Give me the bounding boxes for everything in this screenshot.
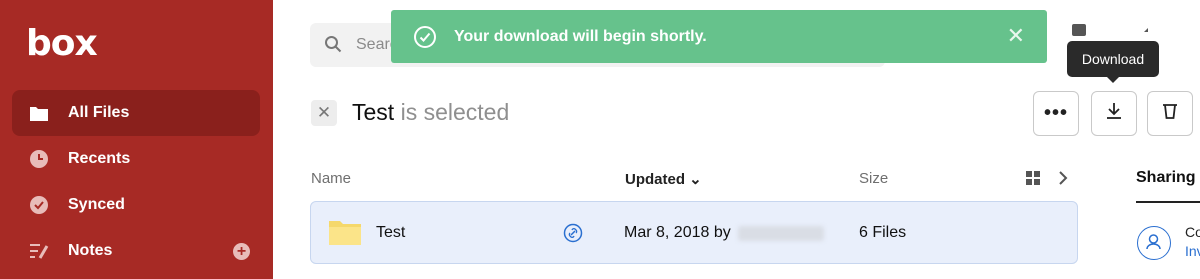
tooltip-arrow: [1106, 76, 1120, 83]
sidebar-item-recents[interactable]: Recents: [12, 136, 260, 182]
download-toast: Your download will begin shortly. ✕: [391, 10, 1047, 63]
row-size: 6 Files: [859, 224, 907, 241]
column-name-header[interactable]: Name: [311, 170, 351, 187]
download-button[interactable]: [1091, 91, 1137, 136]
sidebar-item-notes[interactable]: Notes +: [12, 228, 260, 274]
add-note-button[interactable]: +: [233, 242, 250, 260]
row-updated-by-blurred: [738, 226, 824, 241]
column-size-header[interactable]: Size: [859, 170, 888, 187]
trash-button[interactable]: [1147, 91, 1193, 136]
sidebar-item-label: Recents: [68, 150, 131, 167]
box-logo[interactable]: box: [26, 24, 98, 64]
chevron-right-icon[interactable]: [1058, 170, 1068, 191]
collaborators-label: Collaborators: [1185, 224, 1200, 240]
sidebar-item-label: All Files: [68, 104, 130, 121]
clock-icon: [28, 148, 50, 170]
download-tooltip: Download: [1067, 41, 1159, 77]
right-panel-clip: Collaborators Invite People: [1180, 220, 1200, 265]
invite-people-link[interactable]: Invite People: [1185, 243, 1200, 259]
user-avatar-icon: [1137, 226, 1171, 260]
deselect-button[interactable]: ✕: [311, 100, 337, 126]
search-icon: [324, 35, 342, 58]
shared-link-icon[interactable]: [563, 223, 583, 248]
selected-item-name: Test: [352, 99, 395, 125]
sidebar: box All Files Recents Synced Notes +: [0, 0, 273, 279]
tab-underline: [1136, 201, 1200, 203]
sort-chevron-icon: ⌄: [689, 171, 702, 188]
sidebar-item-synced[interactable]: Synced: [12, 182, 260, 228]
selection-suffix: is selected: [394, 99, 510, 125]
column-updated-header[interactable]: Updated ⌄: [625, 170, 702, 188]
toast-message: Your download will begin shortly.: [454, 28, 707, 45]
notes-icon: [28, 240, 50, 262]
check-circle-icon: [28, 194, 50, 216]
sidebar-item-label: Synced: [68, 196, 125, 213]
table-row[interactable]: Test Mar 8, 2018 by 6 Files: [310, 201, 1078, 264]
folder-icon: [28, 102, 50, 124]
grid-view-icon[interactable]: [1026, 171, 1040, 190]
column-updated-label: Updated: [625, 171, 685, 188]
sidebar-item-label: Notes: [68, 242, 113, 259]
more-options-button[interactable]: •••: [1033, 91, 1079, 136]
download-icon: [1104, 101, 1124, 126]
folder-icon: [328, 218, 362, 251]
row-name[interactable]: Test: [376, 224, 405, 242]
check-circle-icon: [413, 25, 437, 54]
trash-icon: [1160, 101, 1180, 126]
selection-title: Test is selected: [352, 99, 509, 126]
row-updated: Mar 8, 2018 by: [624, 224, 731, 241]
toast-close-button[interactable]: ✕: [1007, 23, 1025, 49]
sidebar-item-all-files[interactable]: All Files: [12, 90, 260, 136]
tab-sharing[interactable]: Sharing: [1136, 169, 1196, 187]
